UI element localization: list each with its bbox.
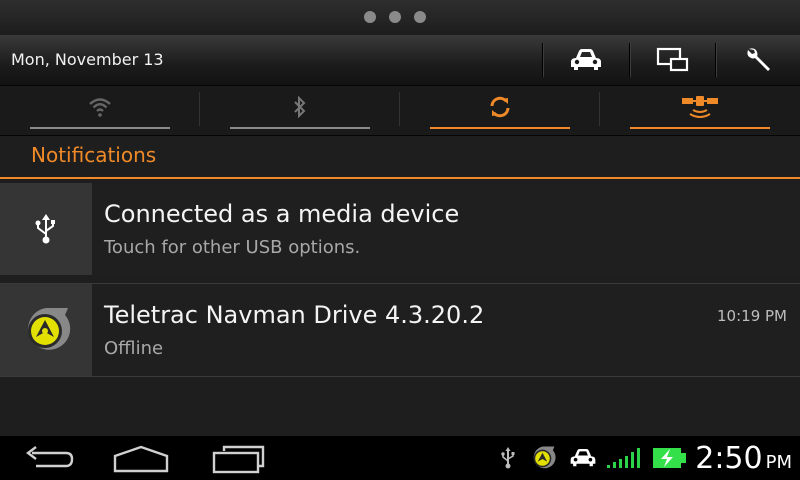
auto-sync-toggle[interactable] bbox=[430, 86, 570, 135]
clock-time: 2:50 bbox=[695, 441, 763, 476]
back-button[interactable] bbox=[14, 442, 84, 476]
toggle-indicator bbox=[630, 127, 770, 129]
notification-navman[interactable]: Teletrac Navman Drive 4.3.20.2 Offline 1… bbox=[0, 284, 800, 376]
car-icon bbox=[570, 448, 596, 467]
notification-subtitle: Offline bbox=[104, 338, 164, 359]
window-top-bar bbox=[0, 0, 800, 35]
gps-toggle[interactable] bbox=[630, 86, 770, 135]
status-usb bbox=[500, 436, 516, 480]
notification-time: 10:19 PM bbox=[717, 307, 787, 325]
status-clock: 2:50 PM bbox=[695, 441, 792, 476]
wrench-icon bbox=[747, 48, 770, 71]
toggle-indicator bbox=[30, 127, 170, 129]
car-icon bbox=[571, 49, 601, 70]
divider bbox=[599, 92, 600, 126]
date-label: Mon, November 13 bbox=[11, 50, 164, 69]
teletrac-navman-logo-icon bbox=[28, 308, 71, 350]
system-navigation-bar: 2:50 PM bbox=[0, 436, 800, 480]
notifications-heading: Notifications bbox=[31, 143, 157, 167]
car-mode-button[interactable] bbox=[543, 42, 629, 78]
toggle-indicator bbox=[230, 127, 370, 129]
bluetooth-toggle[interactable] bbox=[230, 86, 370, 135]
notification-usb[interactable]: Connected as a media device Touch for ot… bbox=[0, 183, 800, 275]
status-signal bbox=[606, 436, 644, 480]
settings-button[interactable] bbox=[716, 42, 800, 78]
back-icon bbox=[26, 446, 74, 468]
dot-icon bbox=[364, 11, 376, 23]
toggle-indicator bbox=[430, 127, 570, 129]
battery-charging-icon bbox=[653, 448, 686, 468]
usb-icon bbox=[501, 447, 515, 469]
status-navman bbox=[530, 436, 556, 480]
gps-satellite-icon bbox=[682, 96, 718, 118]
notifications-panel: Notifications Connected as a media devic… bbox=[0, 136, 800, 436]
screen-mirror-button[interactable] bbox=[630, 42, 716, 78]
quick-settings-header: Mon, November 13 bbox=[0, 35, 800, 86]
notification-title: Teletrac Navman Drive 4.3.20.2 bbox=[104, 301, 485, 329]
home-icon bbox=[113, 445, 169, 473]
wifi-toggle[interactable] bbox=[30, 86, 170, 135]
wifi-icon bbox=[89, 98, 111, 117]
notification-title: Connected as a media device bbox=[104, 200, 460, 228]
screen-mirror-icon bbox=[656, 47, 689, 72]
notification-icon-box bbox=[0, 284, 92, 376]
sync-icon bbox=[490, 96, 510, 118]
dot-icon bbox=[414, 11, 426, 23]
navman-icon bbox=[533, 446, 556, 469]
status-car bbox=[569, 436, 597, 480]
heading-underline bbox=[0, 177, 800, 179]
recent-apps-icon bbox=[212, 445, 265, 474]
divider bbox=[399, 92, 400, 126]
usb-icon bbox=[35, 214, 55, 244]
dot-icon bbox=[389, 11, 401, 23]
bluetooth-icon bbox=[294, 95, 306, 119]
signal-icon bbox=[607, 448, 640, 468]
drag-handle-dots[interactable] bbox=[364, 11, 426, 23]
notification-subtitle: Touch for other USB options. bbox=[104, 237, 361, 258]
divider bbox=[199, 92, 200, 126]
notification-icon-box bbox=[0, 183, 92, 275]
quick-toggles-bar bbox=[0, 86, 800, 136]
recent-apps-button[interactable] bbox=[203, 442, 273, 476]
clock-ampm: PM bbox=[765, 452, 792, 473]
status-battery bbox=[652, 436, 688, 480]
home-button[interactable] bbox=[106, 442, 176, 476]
divider bbox=[0, 376, 800, 377]
